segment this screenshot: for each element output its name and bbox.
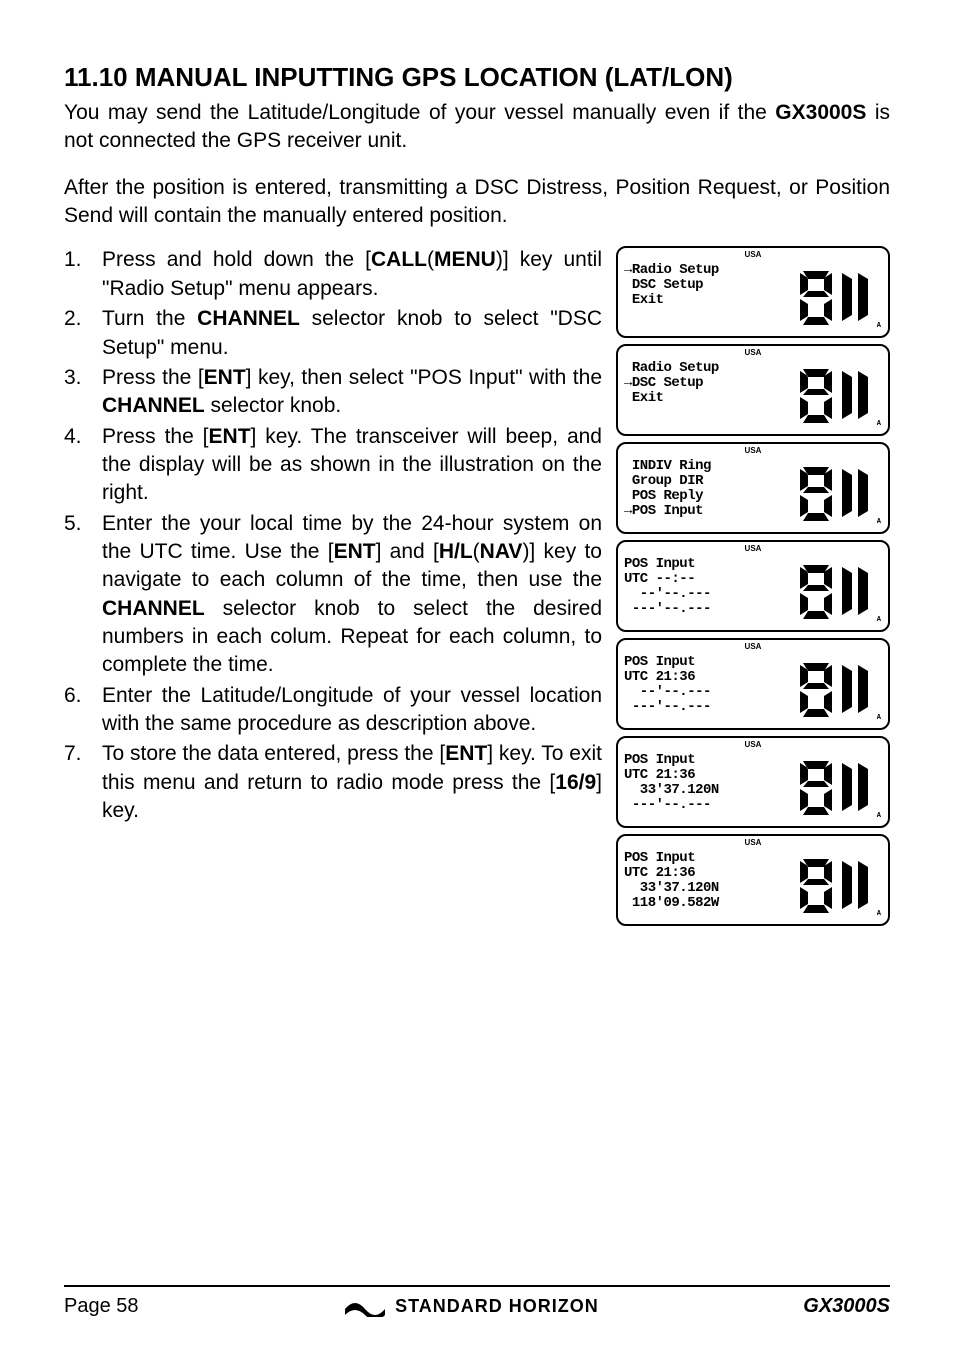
lcd-text: →Radio Setup DSC Setup Exit — [624, 263, 794, 332]
lcd-usa-label: USA — [618, 446, 888, 457]
lcd-a-suffix: A — [877, 420, 881, 429]
lcd-screen: USA POS Input UTC 21:36 33'37.120N 118'0… — [616, 834, 890, 926]
lcd-text: POS Input UTC 21:36 --'--.--- ---'--.--- — [624, 655, 794, 724]
step-text: Enter the Latitude/Longitude of your ves… — [102, 682, 602, 739]
step-number: 2. — [64, 305, 92, 362]
lcd-channel-digits — [798, 459, 882, 528]
step-number: 3. — [64, 364, 92, 421]
lcd-text: POS Input UTC 21:36 33'37.120N 118'09.58… — [624, 851, 794, 920]
lcd-screen: USA →Radio Setup DSC Setup Exit A — [616, 246, 890, 338]
lcd-text: POS Input UTC --:-- --'--.--- ---'--.--- — [624, 557, 794, 626]
lcd-channel-digits — [798, 851, 882, 920]
lcd-a-suffix: A — [877, 812, 881, 821]
lcd-screen: USA POS Input UTC --:-- --'--.--- ---'--… — [616, 540, 890, 632]
brand-logo: STANDARD HORIZON — [343, 1294, 599, 1318]
brand-text: STANDARD HORIZON — [395, 1294, 599, 1318]
section-heading: 11.10 MANUAL INPUTTING GPS LOCATION (LAT… — [64, 60, 890, 95]
lcd-text: POS Input UTC 21:36 33'37.120N ---'--.--… — [624, 753, 794, 822]
lcd-channel-digits — [798, 753, 882, 822]
step-text: Enter the your local time by the 24-hour… — [102, 510, 602, 680]
lcd-usa-label: USA — [618, 250, 888, 261]
lcd-screen: USA POS Input UTC 21:36 --'--.--- ---'--… — [616, 638, 890, 730]
step-item: 4. Press the [ENT] key. The transceiver … — [64, 423, 602, 508]
page-number: Page 58 — [64, 1293, 139, 1320]
lcd-a-suffix: A — [877, 910, 881, 919]
lcd-usa-label: USA — [618, 838, 888, 849]
intro-paragraph-1: You may send the Latitude/Longitude of y… — [64, 99, 890, 156]
step-item: 3. Press the [ENT] key, then select "POS… — [64, 364, 602, 421]
lcd-illustrations: USA →Radio Setup DSC Setup Exit A USA Ra… — [616, 246, 890, 926]
step-item: 5. Enter the your local time by the 24-h… — [64, 510, 602, 680]
intro-paragraph-2: After the position is entered, transmitt… — [64, 174, 890, 231]
lcd-channel-digits — [798, 263, 882, 332]
intro-text: You may send the Latitude/Longitude of y… — [64, 101, 775, 124]
step-text: Press and hold down the [CALL(MENU)] key… — [102, 246, 602, 303]
step-number: 4. — [64, 423, 92, 508]
lcd-a-suffix: A — [877, 616, 881, 625]
lcd-a-suffix: A — [877, 518, 881, 527]
lcd-text: INDIV Ring Group DIR POS Reply →POS Inpu… — [624, 459, 794, 528]
lcd-channel-digits — [798, 655, 882, 724]
brand-wave-icon — [343, 1295, 387, 1317]
lcd-screen: USA Radio Setup →DSC Setup Exit A — [616, 344, 890, 436]
model-label: GX3000S — [803, 1293, 890, 1320]
step-number: 6. — [64, 682, 92, 739]
step-text: Press the [ENT] key. The transceiver wil… — [102, 423, 602, 508]
lcd-usa-label: USA — [618, 740, 888, 751]
lcd-channel-digits — [798, 361, 882, 430]
step-item: 2. Turn the CHANNEL selector knob to sel… — [64, 305, 602, 362]
lcd-usa-label: USA — [618, 544, 888, 555]
lcd-a-suffix: A — [877, 714, 881, 723]
lcd-text: Radio Setup →DSC Setup Exit — [624, 361, 794, 430]
step-number: 1. — [64, 246, 92, 303]
page-footer: Page 58 STANDARD HORIZON GX3000S — [64, 1285, 890, 1320]
step-item: 6. Enter the Latitude/Longitude of your … — [64, 682, 602, 739]
lcd-screen: USA INDIV Ring Group DIR POS Reply →POS … — [616, 442, 890, 534]
lcd-channel-digits — [798, 557, 882, 626]
lcd-usa-label: USA — [618, 348, 888, 359]
lcd-screen: USA POS Input UTC 21:36 33'37.120N ---'-… — [616, 736, 890, 828]
step-item: 1. Press and hold down the [CALL(MENU)] … — [64, 246, 602, 303]
step-text: Press the [ENT] key, then select "POS In… — [102, 364, 602, 421]
step-number: 7. — [64, 740, 92, 825]
model-name: GX3000S — [775, 101, 866, 124]
step-text: To store the data entered, press the [EN… — [102, 740, 602, 825]
steps-list: 1. Press and hold down the [CALL(MENU)] … — [64, 246, 602, 926]
step-number: 5. — [64, 510, 92, 680]
lcd-a-suffix: A — [877, 322, 881, 331]
lcd-usa-label: USA — [618, 642, 888, 653]
step-item: 7. To store the data entered, press the … — [64, 740, 602, 825]
step-text: Turn the CHANNEL selector knob to select… — [102, 305, 602, 362]
